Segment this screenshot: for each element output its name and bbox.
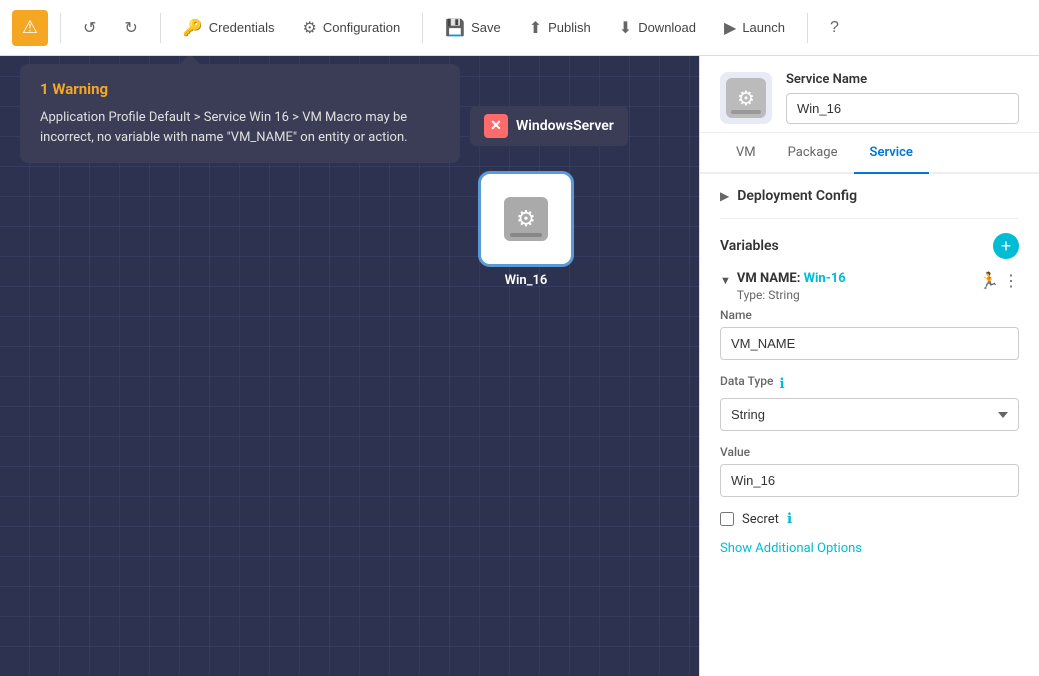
toolbar-divider-3 xyxy=(422,13,423,43)
value-field-input[interactable] xyxy=(720,464,1019,497)
data-type-info-icon[interactable]: ℹ xyxy=(779,376,784,392)
more-options-icon[interactable]: ⋮ xyxy=(1003,271,1019,290)
vm-name-type: Type: String xyxy=(737,288,973,302)
data-type-select[interactable]: String Integer Boolean xyxy=(720,398,1019,431)
right-panel: ⚙ Service Name VM Package Service ▶ Depl… xyxy=(699,56,1039,676)
download-icon: ⬇ xyxy=(619,18,632,38)
undo-button[interactable]: ↺ xyxy=(73,12,106,44)
service-name-input[interactable] xyxy=(786,93,1019,124)
node-gear-icon: ⚙ xyxy=(504,197,548,241)
variables-section: Variables + ▼ VM NAME: Win-16 Type: Stri… xyxy=(720,219,1019,580)
data-type-label-row: Data Type ℹ xyxy=(720,374,1019,393)
configuration-label: Configuration xyxy=(323,20,400,35)
value-field-group: Value xyxy=(720,445,1019,497)
warning-icon: ⚠ xyxy=(22,17,38,38)
ws-icon: ✕ xyxy=(484,114,508,138)
toolbar: ⚠ ↺ ↻ 🔑 Credentials ⚙ Configuration 💾 Sa… xyxy=(0,0,1039,56)
windows-server-node[interactable]: ✕ WindowsServer xyxy=(470,106,628,154)
redo-button[interactable]: ↻ xyxy=(114,12,147,44)
warning-title: 1 Warning xyxy=(40,80,440,98)
publish-icon: ⬆ xyxy=(529,18,542,38)
variables-header: Variables + xyxy=(720,233,1019,259)
warning-button[interactable]: ⚠ xyxy=(12,10,48,46)
launch-label: Launch xyxy=(742,20,785,35)
data-type-field-group: Data Type ℹ String Integer Boolean xyxy=(720,374,1019,431)
warning-tooltip: 1 Warning Application Profile Default > … xyxy=(20,64,460,163)
save-button[interactable]: 💾 Save xyxy=(435,12,511,44)
toolbar-divider-1 xyxy=(60,13,61,43)
service-avatar-gear-icon: ⚙ xyxy=(726,78,766,118)
name-field-group: Name xyxy=(720,308,1019,360)
secret-info-icon[interactable]: ℹ xyxy=(787,511,792,527)
credentials-button[interactable]: 🔑 Credentials xyxy=(173,12,285,44)
deployment-config-label: Deployment Config xyxy=(737,188,857,204)
toolbar-divider-2 xyxy=(160,13,161,43)
name-field-input[interactable] xyxy=(720,327,1019,360)
windows-server-label: WindowsServer xyxy=(516,118,614,134)
win16-box[interactable]: ⚙ xyxy=(478,171,574,267)
tooltip-arrow xyxy=(180,56,200,64)
save-icon: 💾 xyxy=(445,18,465,38)
service-name-right: Service Name xyxy=(786,72,1019,124)
deployment-config[interactable]: ▶ Deployment Config xyxy=(720,174,1019,219)
service-avatar: ⚙ xyxy=(720,72,772,124)
configuration-button[interactable]: ⚙ Configuration xyxy=(293,12,411,44)
secret-checkbox[interactable] xyxy=(720,512,734,526)
vm-name-actions: 🏃 ⋮ xyxy=(979,271,1019,290)
vm-name-title: VM NAME: Win-16 xyxy=(737,271,973,286)
tab-vm[interactable]: VM xyxy=(720,133,772,174)
variables-title: Variables xyxy=(720,238,779,254)
add-variable-button[interactable]: + xyxy=(993,233,1019,259)
vm-name-row: ▼ VM NAME: Win-16 Type: String 🏃 ⋮ xyxy=(720,271,1019,302)
vm-name-value-link[interactable]: Win-16 xyxy=(804,271,846,286)
tab-package[interactable]: Package xyxy=(772,133,854,174)
key-icon: 🔑 xyxy=(183,18,203,38)
launch-icon: ▶ xyxy=(724,18,736,38)
undo-icon: ↺ xyxy=(83,18,96,38)
chevron-right-icon: ▶ xyxy=(720,189,729,203)
publish-label: Publish xyxy=(548,20,591,35)
windows-server-header: ✕ WindowsServer xyxy=(470,106,628,146)
tabs: VM Package Service xyxy=(700,133,1039,174)
help-icon: ? xyxy=(830,19,839,37)
warning-text: Application Profile Default > Service Wi… xyxy=(40,108,440,147)
win16-node[interactable]: ⚙ Win_16 xyxy=(478,171,574,288)
secret-label: Secret xyxy=(742,512,779,527)
value-field-label: Value xyxy=(720,445,1019,459)
save-label: Save xyxy=(471,20,501,35)
main-content: 1 Warning Application Profile Default > … xyxy=(0,56,1039,676)
data-type-label: Data Type xyxy=(720,374,773,388)
name-field-label: Name xyxy=(720,308,1019,322)
canvas-area[interactable]: 1 Warning Application Profile Default > … xyxy=(0,56,699,676)
gear-icon: ⚙ xyxy=(303,18,317,38)
tab-service[interactable]: Service xyxy=(854,133,929,174)
launch-button[interactable]: ▶ Launch xyxy=(714,12,795,44)
panel-content: ▶ Deployment Config Variables + ▼ VM NAM… xyxy=(700,174,1039,676)
credentials-label: Credentials xyxy=(209,20,275,35)
service-name-section: ⚙ Service Name xyxy=(700,56,1039,133)
win16-label: Win_16 xyxy=(478,273,574,288)
vm-name-content: VM NAME: Win-16 Type: String xyxy=(737,271,973,302)
download-button[interactable]: ⬇ Download xyxy=(609,12,706,44)
secret-row: Secret ℹ xyxy=(720,511,1019,527)
toolbar-divider-4 xyxy=(807,13,808,43)
run-icon[interactable]: 🏃 xyxy=(979,271,999,290)
chevron-down-icon[interactable]: ▼ xyxy=(720,274,731,287)
help-button[interactable]: ? xyxy=(820,13,849,43)
publish-button[interactable]: ⬆ Publish xyxy=(519,12,601,44)
show-additional-options-link[interactable]: Show Additional Options xyxy=(720,541,862,556)
vm-name-key: VM NAME: xyxy=(737,271,800,286)
redo-icon: ↻ xyxy=(124,18,137,38)
download-label: Download xyxy=(638,20,696,35)
service-name-label: Service Name xyxy=(786,72,1019,87)
